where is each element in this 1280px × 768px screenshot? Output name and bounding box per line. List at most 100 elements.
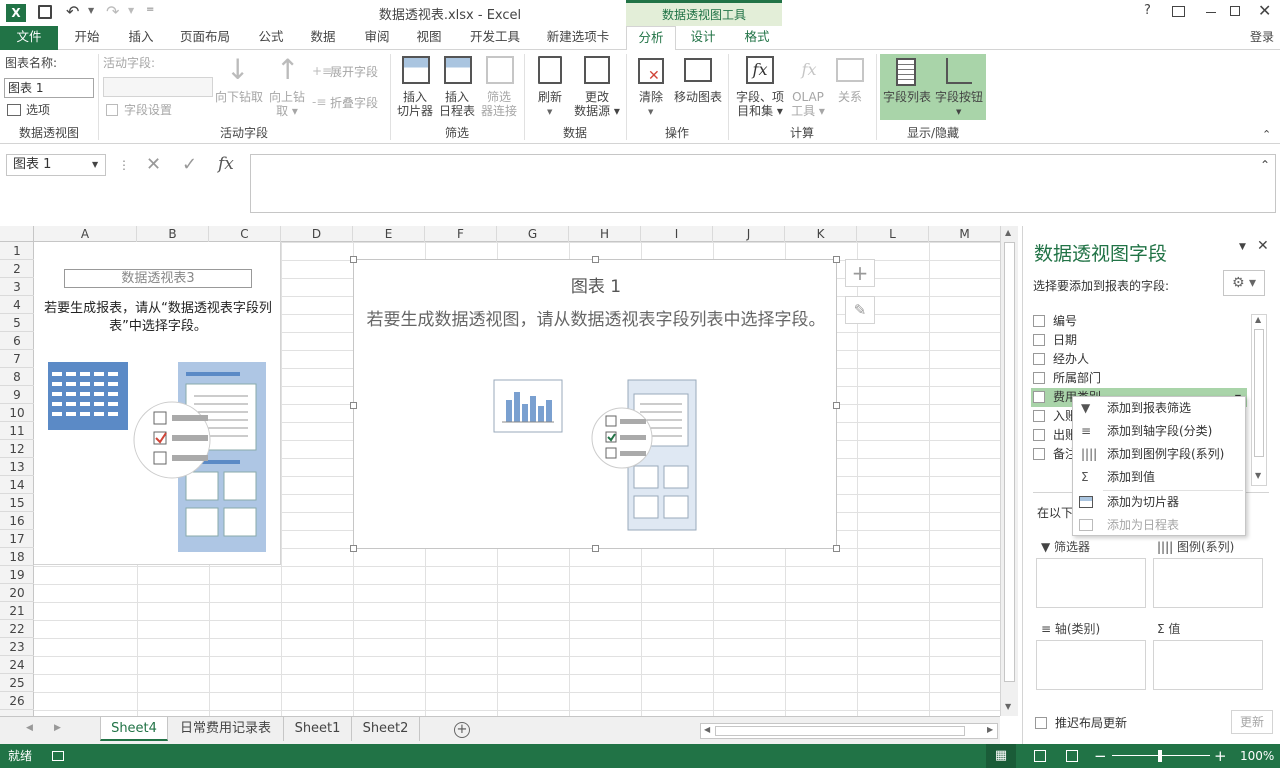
resize-handle[interactable] (592, 256, 599, 263)
confirm-entry-icon[interactable]: ✓ (182, 154, 197, 175)
normal-view-icon[interactable]: ▦ (986, 744, 1016, 768)
insert-timeline-button[interactable]: 插入 日程表 (436, 90, 478, 118)
vertical-scroll-thumb[interactable] (1004, 242, 1015, 682)
column-header[interactable]: J (713, 226, 785, 242)
refresh-button[interactable]: 刷新 (530, 90, 570, 104)
restore-icon[interactable] (1230, 6, 1240, 16)
row-header[interactable]: 6 (0, 332, 34, 350)
sheet-tab-daily-expense[interactable]: 日常费用记录表 (168, 717, 284, 741)
redo-dropdown-icon[interactable]: ▼ (128, 6, 134, 15)
row-header[interactable]: 5 (0, 314, 34, 332)
sheet-tab-sheet4[interactable]: Sheet4 (100, 717, 168, 741)
row-header[interactable]: 21 (0, 602, 34, 620)
row-header[interactable]: 17 (0, 530, 34, 548)
sheet-scroll-right-icon[interactable]: ▶ (54, 723, 61, 733)
row-header[interactable]: 25 (0, 674, 34, 692)
row-header[interactable]: 26 (0, 692, 34, 710)
page-layout-view-icon[interactable] (1034, 750, 1046, 762)
cell-grid[interactable]: 数据透视表3 若要生成报表，请从“数据透视表字段列表”中选择字段。 图表 1 若… (34, 242, 1000, 716)
field-checkbox[interactable] (1033, 410, 1045, 422)
tab-new[interactable]: 新建选项卡 (538, 26, 618, 50)
column-header[interactable]: B (137, 226, 209, 242)
field-scroll-up-icon[interactable]: ▲ (1255, 315, 1261, 324)
menu-add-report-filter[interactable]: ▼ 添加到报表筛选 (1073, 397, 1245, 419)
row-header[interactable]: 12 (0, 440, 34, 458)
scroll-down-icon[interactable]: ▼ (1005, 702, 1011, 711)
clear-button[interactable]: 清除 (630, 90, 672, 104)
row-header[interactable]: 14 (0, 476, 34, 494)
resize-handle[interactable] (833, 545, 840, 552)
zoom-out-icon[interactable]: − (1094, 744, 1107, 768)
field-buttons-dropdown-icon[interactable]: ▼ (956, 108, 961, 116)
close-icon[interactable]: ✕ (1258, 1, 1271, 20)
drill-up-button[interactable]: 向上钻取 ▾ (266, 90, 308, 118)
resize-handle[interactable] (350, 256, 357, 263)
resize-handle[interactable] (833, 256, 840, 263)
field-item[interactable]: 入账 (1033, 407, 1077, 426)
scroll-up-icon[interactable]: ▲ (1005, 228, 1011, 237)
row-header[interactable]: 22 (0, 620, 34, 638)
chart-title[interactable]: 图表 1 (354, 272, 838, 297)
pane-close-icon[interactable]: ✕ (1257, 238, 1269, 254)
menu-add-values[interactable]: Σ 添加到值 (1073, 466, 1245, 488)
column-header[interactable]: F (425, 226, 497, 242)
page-break-view-icon[interactable] (1066, 750, 1078, 762)
axis-drop-zone[interactable] (1036, 640, 1146, 690)
sheet-tab-sheet1[interactable]: Sheet1 (284, 717, 352, 741)
tab-review[interactable]: 审阅 (354, 26, 400, 50)
menu-add-timeline[interactable]: 添加为日程表 (1073, 514, 1245, 536)
relationships-button[interactable]: 关系 (830, 90, 870, 104)
tab-view[interactable]: 视图 (406, 26, 452, 50)
resize-handle[interactable] (350, 402, 357, 409)
ribbon-display-icon[interactable] (1172, 6, 1185, 17)
insert-function-icon[interactable]: fx (218, 154, 234, 174)
field-checkbox[interactable] (1033, 429, 1045, 441)
pivot-chart[interactable]: 图表 1 若要生成数据透视图，请从数据透视表字段列表中选择字段。 (350, 256, 840, 552)
qat-customize-icon[interactable]: = (146, 4, 154, 15)
zoom-level[interactable]: 100% (1240, 744, 1274, 768)
scroll-right-icon[interactable]: ▶ (987, 725, 993, 734)
field-item[interactable]: 出账 (1033, 426, 1077, 445)
olap-tools-button[interactable]: OLAP 工具 ▾ (788, 90, 828, 118)
row-header[interactable]: 19 (0, 566, 34, 584)
tab-file[interactable]: 文件 (0, 26, 58, 50)
column-header[interactable]: A (34, 226, 137, 242)
refresh-dropdown-icon[interactable]: ▼ (547, 108, 552, 116)
menu-add-slicer[interactable]: 添加为切片器 (1073, 491, 1245, 513)
field-checkbox[interactable] (1033, 448, 1045, 460)
row-header[interactable]: 2 (0, 260, 34, 278)
field-list-scrollbar[interactable]: ▲ ▼ (1251, 314, 1267, 486)
field-item[interactable]: 所属部门 (1033, 369, 1101, 388)
tab-design[interactable]: 设计 (680, 26, 726, 50)
formula-expand-icon[interactable]: ⌃ (1260, 158, 1270, 172)
resize-handle[interactable] (592, 545, 599, 552)
pane-settings-button[interactable]: ⚙ ▾ (1223, 270, 1265, 296)
field-checkbox[interactable] (1033, 372, 1045, 384)
chart-elements-button[interactable]: + (845, 259, 875, 287)
save-icon[interactable] (38, 5, 52, 19)
active-field-input[interactable] (103, 77, 213, 97)
resize-handle[interactable] (833, 402, 840, 409)
filter-connections-button[interactable]: 筛选 器连接 (478, 90, 520, 118)
field-settings-button[interactable]: 字段设置 (124, 103, 172, 117)
collapse-field-button[interactable]: 折叠字段 (330, 96, 378, 110)
zoom-slider-thumb[interactable] (1158, 750, 1162, 762)
options-button[interactable]: 选项 (26, 103, 50, 117)
chart-name-input[interactable]: 图表 1 (4, 78, 94, 98)
undo-dropdown-icon[interactable]: ▼ (88, 6, 94, 15)
column-header[interactable]: H (569, 226, 641, 242)
new-sheet-button[interactable]: + (454, 722, 470, 738)
field-checkbox[interactable] (1033, 353, 1045, 365)
row-header[interactable]: 10 (0, 404, 34, 422)
vertical-scrollbar[interactable]: ▲ ▼ (1000, 226, 1018, 716)
defer-update-option[interactable]: 推迟布局更新 (1035, 714, 1127, 731)
field-checkbox[interactable] (1033, 315, 1045, 327)
column-header[interactable]: C (209, 226, 281, 242)
undo-icon[interactable]: ↶ (66, 2, 79, 21)
tab-data[interactable]: 数据 (300, 26, 346, 50)
clear-dropdown-icon[interactable]: ▼ (648, 108, 653, 116)
column-header[interactable]: L (857, 226, 929, 242)
formula-input[interactable] (250, 154, 1276, 213)
tab-home[interactable]: 开始 (64, 26, 110, 50)
tab-format[interactable]: 格式 (734, 26, 780, 50)
